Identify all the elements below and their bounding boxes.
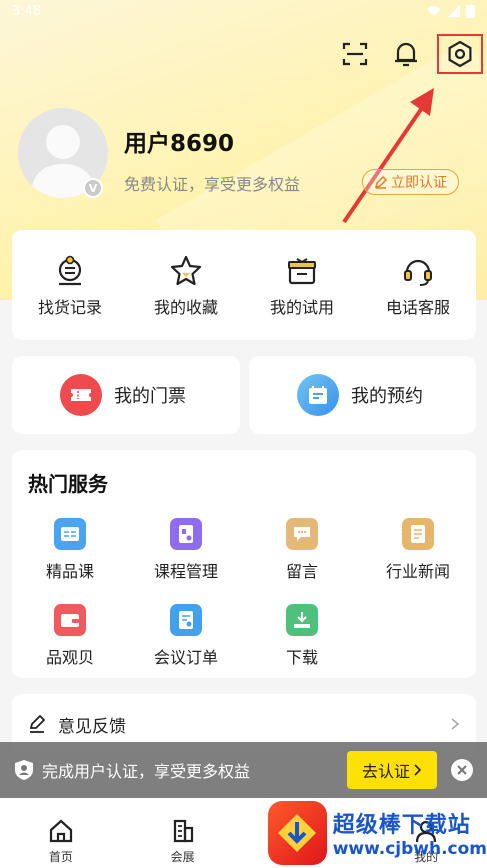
certify-now-button[interactable]: 立即认证 xyxy=(362,169,459,195)
certification-banner: 完成用户认证，享受更多权益 去认证 xyxy=(0,742,487,798)
battery-icon xyxy=(466,5,475,18)
verified-badge: V xyxy=(83,178,103,198)
service-label: 留言 xyxy=(285,562,318,581)
service-label: 下载 xyxy=(285,648,318,667)
status-icons xyxy=(426,4,475,18)
certify-now-label: 立即认证 xyxy=(391,175,447,191)
quick-action-favorites[interactable]: 我的收藏 xyxy=(128,230,244,340)
download-icon xyxy=(286,604,318,636)
status-time: 3:48 xyxy=(12,3,42,19)
service-download[interactable]: 下载 xyxy=(244,604,360,668)
wallet-icon xyxy=(54,604,86,636)
service-pinguanbei[interactable]: 品观贝 xyxy=(12,604,128,668)
notification-button[interactable] xyxy=(386,34,426,74)
chevron-right-icon xyxy=(414,764,422,776)
order-doc-icon xyxy=(170,604,202,636)
appointment-calendar-icon xyxy=(297,374,339,416)
my-tickets-label: 我的门票 xyxy=(114,386,186,407)
my-appointments-label: 我的预约 xyxy=(351,386,423,407)
service-course-management[interactable]: 课程管理 xyxy=(128,518,244,582)
service-label: 会议订单 xyxy=(153,648,218,667)
settings-button[interactable] xyxy=(437,34,483,74)
annotation-arrow-icon xyxy=(342,88,434,224)
shield-user-icon xyxy=(15,760,33,780)
scan-icon xyxy=(342,42,368,66)
watermark-title: 超级棒下载站 xyxy=(332,813,471,838)
edit-icon xyxy=(374,175,388,189)
service-label: 品观贝 xyxy=(45,648,94,667)
service-label: 精品课 xyxy=(45,562,94,581)
services-grid: 精品课 课程管理 留言 行业新闻 品观贝 会议订单 下载 xyxy=(12,518,476,668)
course-book-icon xyxy=(54,518,86,550)
news-doc-icon xyxy=(402,518,434,550)
settings-hexagon-icon xyxy=(448,40,472,68)
quick-action-trials[interactable]: 我的试用 xyxy=(244,230,360,340)
close-icon xyxy=(457,765,467,775)
go-certify-label: 去认证 xyxy=(361,762,410,781)
my-tickets-card[interactable]: 我的门票 xyxy=(12,356,240,434)
service-message[interactable]: 留言 xyxy=(244,518,360,582)
service-label: 行业新闻 xyxy=(385,562,450,581)
service-meeting-order[interactable]: 会议订单 xyxy=(128,604,244,668)
chevron-right-icon xyxy=(451,718,460,730)
site-watermark: 超级棒下载站 www.cjbwh.com xyxy=(268,798,487,868)
tab-home-label: 首页 xyxy=(48,850,73,864)
star-icon xyxy=(170,255,202,286)
quick-action-phone-support[interactable]: 电话客服 xyxy=(360,230,476,340)
headset-icon xyxy=(404,259,432,286)
home-icon xyxy=(49,819,72,843)
search-record-icon xyxy=(58,255,82,286)
tab-exhibition-label: 会展 xyxy=(170,850,195,864)
signal-icon xyxy=(448,5,460,17)
quick-action-label: 我的收藏 xyxy=(153,298,218,317)
hot-services-card: 热门服务 精品课 课程管理 留言 行业新闻 品观贝 会议订单 下载 xyxy=(12,450,476,678)
building-icon xyxy=(173,819,193,843)
banner-text: 完成用户认证，享受更多权益 xyxy=(42,762,251,781)
tab-home[interactable]: 首页 xyxy=(0,798,122,868)
quick-action-label: 电话客服 xyxy=(385,298,450,317)
go-certify-button[interactable]: 去认证 xyxy=(347,751,437,789)
wifi-icon xyxy=(427,6,441,16)
service-label: 课程管理 xyxy=(153,562,218,581)
hot-services-title: 热门服务 xyxy=(28,472,108,496)
watermark-url: www.cjbwh.com xyxy=(332,839,487,859)
ticket-icon xyxy=(60,374,102,416)
message-bubble-icon xyxy=(286,518,318,550)
my-appointments-card[interactable]: 我的预约 xyxy=(249,356,476,434)
user-subtitle: 免费认证，享受更多权益 xyxy=(124,175,301,194)
scan-button[interactable] xyxy=(335,34,375,74)
service-premium-course[interactable]: 精品课 xyxy=(12,518,128,582)
watermark-logo-icon xyxy=(268,801,327,865)
pencil-icon xyxy=(29,715,46,733)
quick-action-label: 找货记录 xyxy=(37,298,102,317)
feedback-label: 意见反馈 xyxy=(58,716,126,737)
service-industry-news[interactable]: 行业新闻 xyxy=(360,518,476,582)
user-name: 用户8690 xyxy=(124,131,235,157)
quick-action-search-record[interactable]: 找货记录 xyxy=(12,230,128,340)
status-bar: 3:48 xyxy=(0,0,487,22)
tab-exhibition[interactable]: 会展 xyxy=(122,798,244,868)
gift-box-icon xyxy=(288,258,316,285)
quick-actions-card: 找货记录 我的收藏 我的试用 电话客服 xyxy=(12,230,476,340)
bell-icon xyxy=(395,42,417,67)
banner-close-button[interactable] xyxy=(451,759,473,781)
quick-action-label: 我的试用 xyxy=(269,298,334,317)
course-management-icon xyxy=(170,518,202,550)
